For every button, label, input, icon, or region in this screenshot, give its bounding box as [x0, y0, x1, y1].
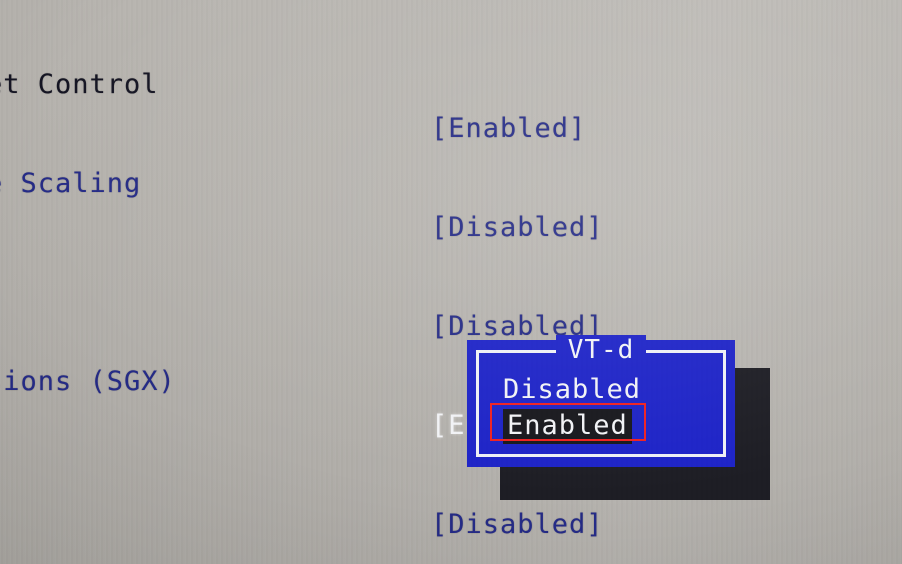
annotation-rectangle — [490, 403, 646, 441]
setting-label-row-2[interactable]: e Scaling — [0, 167, 176, 200]
dialog-title-text: VT-d — [555, 335, 647, 365]
setting-label-row-4[interactable]: sions (SGX) — [0, 365, 176, 398]
dialog-option-disabled[interactable]: Disabled — [503, 375, 641, 405]
setting-label-row-1[interactable]: et Control — [0, 68, 176, 101]
setting-value-row-1[interactable]: [Enabled] — [431, 112, 604, 145]
bios-setup-screen: et Control e Scaling sions (SGX) [Enable… — [0, 0, 902, 564]
settings-label-gap — [0, 266, 176, 299]
setting-value-row-2[interactable]: [Disabled] — [431, 211, 604, 244]
dialog-title: VT-d — [479, 335, 723, 365]
setting-value-row-5[interactable]: [Disabled] — [431, 508, 604, 541]
settings-label-column: et Control e Scaling sions (SGX) — [0, 2, 176, 464]
setting-value-row-3[interactable]: [Disabled] — [431, 310, 604, 343]
